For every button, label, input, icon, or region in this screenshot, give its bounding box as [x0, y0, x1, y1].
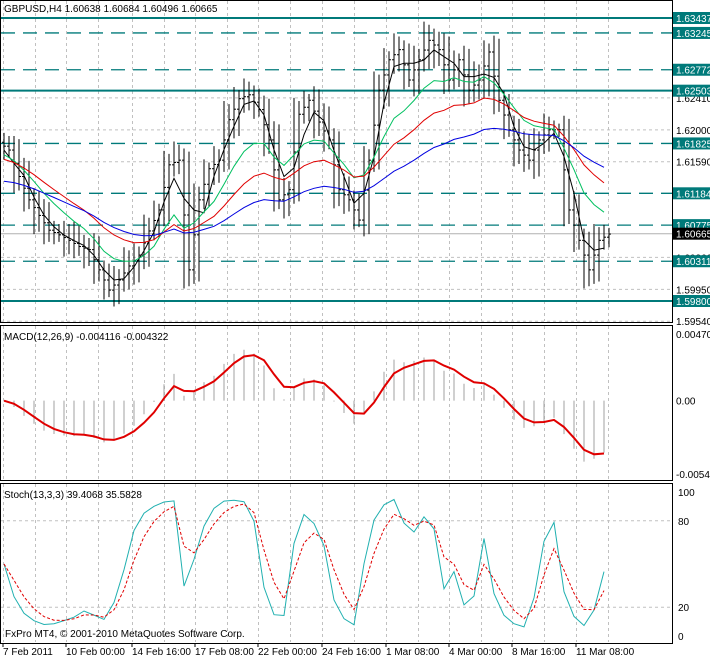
- macd-tick-label: -0.00545: [676, 470, 710, 481]
- level-price-label: 1.62772: [676, 66, 710, 77]
- time-label: 1 Mar 08:00: [386, 647, 440, 658]
- level-price-label: 1.63437: [676, 14, 710, 25]
- current-price-label: 1.60665: [676, 230, 710, 241]
- chart-title: GBPUSD,H4 1.60638 1.60684 1.60496 1.6066…: [4, 4, 218, 15]
- time-label: 24 Feb 16:00: [322, 647, 381, 658]
- price-label: 1.62000: [676, 126, 710, 137]
- level-price-label: 1.61184: [676, 189, 710, 200]
- macd-title: MACD(12,26,9) -0.004116 -0.004322: [4, 332, 169, 343]
- time-label: 17 Feb 08:00: [195, 647, 254, 658]
- stoch-panel: [3, 498, 605, 628]
- price-label: 1.59950: [676, 285, 710, 296]
- price-label: 1.59540: [676, 317, 710, 328]
- macd-tick-label: 0.00: [676, 397, 696, 408]
- horizontal-levels[interactable]: [1, 17, 672, 302]
- stoch-main-line: [3, 498, 605, 628]
- chart-canvas[interactable]: 7 Feb 2011 10 Feb 00:00 14 Feb 16:00 17 Feb…: [0, 0, 710, 659]
- stoch-title: Stoch(13,3,3) 39.4068 35.5828: [4, 490, 142, 501]
- axes: 7 Feb 2011 10 Feb 00:00 14 Feb 16:00 17 Feb…: [0, 0, 710, 658]
- time-label: 11 Mar 08:00: [576, 647, 635, 658]
- time-label: 7 Feb 2011: [3, 647, 53, 658]
- level-price-label: 1.60311: [676, 257, 710, 268]
- time-label: 8 Mar 16:00: [512, 647, 566, 658]
- stoch-tick-label: 20: [678, 603, 690, 614]
- stoch-signal-line: [3, 503, 605, 621]
- panel-frame-2: [0, 483, 673, 644]
- level-price-label: 1.61825: [676, 139, 710, 150]
- macd-tick-label: 0.00470: [676, 330, 710, 341]
- stoch-tick-label: 0: [678, 632, 684, 643]
- copyright: FxPro MT4, © 2001-2010 MetaQuotes Softwa…: [5, 629, 245, 640]
- time-label: 14 Feb 16:00: [132, 647, 191, 658]
- trading-chart-window[interactable]: 7 Feb 2011 10 Feb 00:00 14 Feb 16:00 17 Feb…: [0, 0, 710, 659]
- time-label: 22 Feb 00:00: [258, 647, 317, 658]
- stoch-tick-label: 80: [678, 517, 690, 528]
- stoch-tick-label: 100: [678, 488, 695, 499]
- level-price-label: 1.59800: [676, 297, 710, 308]
- level-price-label: 1.63245: [676, 29, 710, 40]
- time-label: 10 Feb 00:00: [66, 647, 125, 658]
- price-bars: [2, 21, 611, 307]
- price-label: 1.61590: [676, 158, 710, 169]
- level-price-label: 1.62503: [676, 87, 710, 98]
- grid: [1, 1, 672, 642]
- macd-panel: [3, 349, 605, 462]
- time-label: 4 Mar 00:00: [449, 647, 503, 658]
- panel-frame-1: [0, 325, 673, 481]
